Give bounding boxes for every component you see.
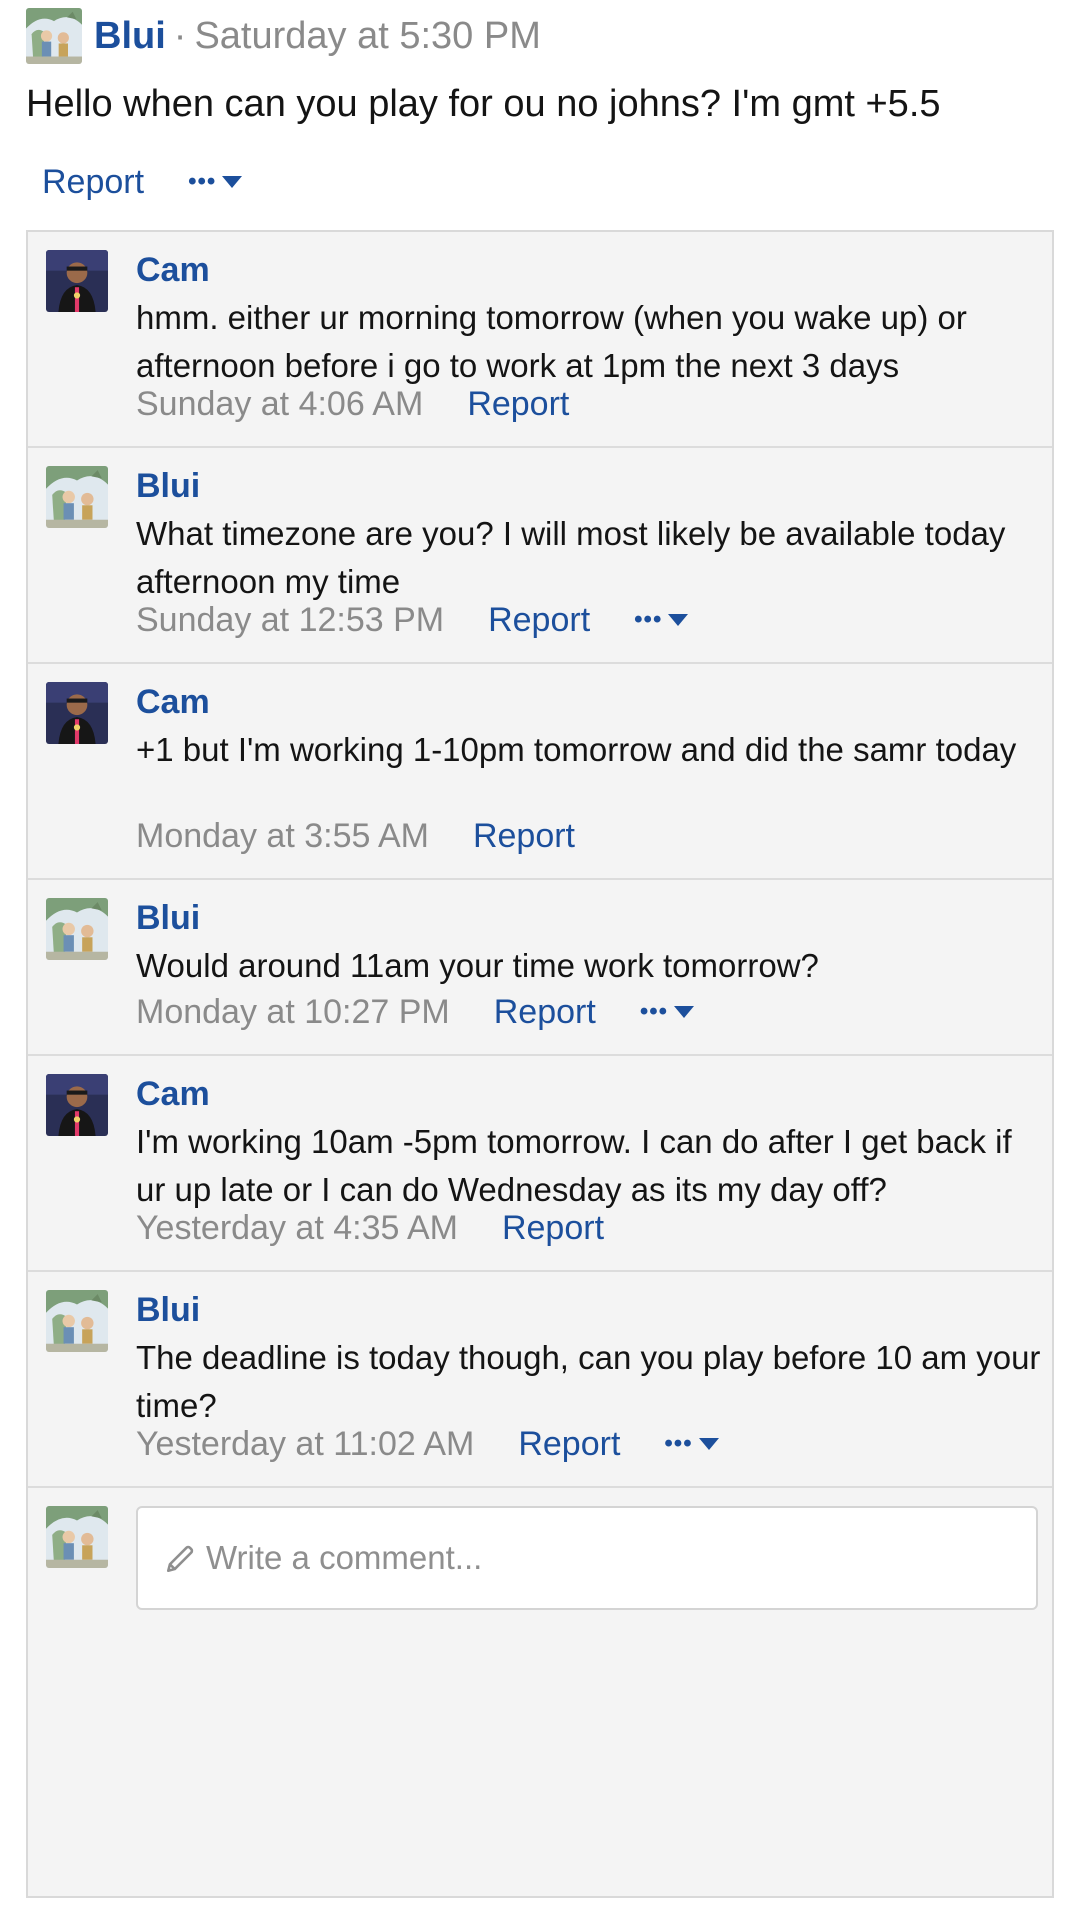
post-body: Hello when can you play for ou no johns?… <box>26 83 941 125</box>
more-dots-icon: ••• <box>634 606 663 633</box>
avatar[interactable] <box>26 8 82 64</box>
comment-timestamp[interactable]: Monday at 3:55 AM <box>136 817 429 856</box>
comment-text: What timezone are you? I will most likel… <box>136 515 1006 600</box>
report-link[interactable]: Report <box>488 601 590 640</box>
user-avatar-image <box>46 682 108 744</box>
caret-down-icon <box>668 614 689 626</box>
comment-timestamp[interactable]: Sunday at 12:53 PM <box>136 601 444 640</box>
user-avatar-image <box>46 1074 108 1136</box>
report-link[interactable]: Report <box>467 385 569 424</box>
more-menu-button[interactable]: ••• <box>639 998 695 1025</box>
comment-item: Cam hmm. either ur morning tomorrow (whe… <box>28 232 1052 448</box>
post-author[interactable]: Blui <box>94 15 166 58</box>
comment-text: I'm working 10am -5pm tomorrow. I can do… <box>136 1123 1012 1208</box>
comment-composer: Write a comment... <box>28 1488 1052 1622</box>
comment-meta: Yesterday at 4:35 AM Report <box>136 1206 604 1250</box>
separator-dot: · <box>173 14 187 57</box>
more-dots-icon: ••• <box>664 1430 693 1457</box>
avatar[interactable] <box>46 898 108 960</box>
comment-timestamp[interactable]: Yesterday at 11:02 AM <box>136 1425 474 1464</box>
more-menu-button[interactable]: ••• <box>664 1430 719 1457</box>
report-link[interactable]: Report <box>42 163 144 202</box>
avatar[interactable] <box>46 1290 108 1352</box>
write-comment-placeholder: Write a comment... <box>206 1539 483 1576</box>
user-avatar-image <box>46 898 108 960</box>
comment-author[interactable]: Cam <box>136 682 210 722</box>
comment-item: Blui The deadline is today though, can y… <box>28 1272 1052 1488</box>
comment-author[interactable]: Blui <box>136 466 200 506</box>
comments-panel: Cam hmm. either ur morning tomorrow (whe… <box>26 230 1054 1898</box>
user-avatar-image <box>46 466 108 528</box>
more-menu-button[interactable]: ••• <box>634 606 689 633</box>
report-link[interactable]: Report <box>518 1425 620 1464</box>
post-header: Blui · Saturday at 5:30 PM <box>26 8 541 64</box>
avatar[interactable] <box>46 1074 108 1136</box>
comment-item: Blui Would around 11am your time work to… <box>28 880 1052 1056</box>
user-avatar-image <box>26 8 82 64</box>
comment-author[interactable]: Blui <box>136 898 200 938</box>
report-link[interactable]: Report <box>473 817 575 856</box>
comment-text: hmm. either ur morning tomorrow (when yo… <box>136 299 967 384</box>
comment-meta: Monday at 10:27 PM Report ••• <box>136 990 695 1034</box>
more-dots-icon: ••• <box>188 168 217 195</box>
user-avatar-image <box>46 1506 108 1568</box>
comment-text: Would around 11am your time work tomorro… <box>136 947 819 984</box>
comment-item: Cam I'm working 10am -5pm tomorrow. I ca… <box>28 1056 1052 1272</box>
avatar[interactable] <box>46 250 108 312</box>
report-link[interactable]: Report <box>494 993 596 1032</box>
user-avatar-image <box>46 250 108 312</box>
comment-item: Blui What timezone are you? I will most … <box>28 448 1052 664</box>
forum-thread: Blui · Saturday at 5:30 PM Hello when ca… <box>0 0 1080 1908</box>
avatar[interactable] <box>46 466 108 528</box>
caret-down-icon <box>222 176 243 188</box>
comment-text: The deadline is today though, can you pl… <box>136 1339 1041 1424</box>
comment-item: Cam +1 but I'm working 1-10pm tomorrow a… <box>28 664 1052 880</box>
comment-timestamp[interactable]: Sunday at 4:06 AM <box>136 385 423 424</box>
comment-meta: Sunday at 12:53 PM Report ••• <box>136 598 689 642</box>
more-dots-icon: ••• <box>639 998 669 1025</box>
comment-meta: Monday at 3:55 AM Report <box>136 814 575 858</box>
more-menu-button[interactable]: ••• <box>188 168 243 195</box>
comment-author[interactable]: Cam <box>136 1074 210 1114</box>
comment-author[interactable]: Blui <box>136 1290 200 1330</box>
avatar[interactable] <box>46 682 108 744</box>
post-actions: Report ••• <box>42 158 243 206</box>
comment-timestamp[interactable]: Yesterday at 4:35 AM <box>136 1209 458 1248</box>
comment-timestamp[interactable]: Monday at 10:27 PM <box>136 993 450 1032</box>
caret-down-icon <box>698 1438 719 1450</box>
pencil-icon <box>166 1545 194 1573</box>
comment-author[interactable]: Cam <box>136 250 210 290</box>
caret-down-icon <box>674 1006 695 1018</box>
report-link[interactable]: Report <box>502 1209 604 1248</box>
user-avatar-image <box>46 1290 108 1352</box>
write-comment-input[interactable]: Write a comment... <box>136 1506 1038 1610</box>
avatar <box>46 1506 108 1568</box>
comment-text: +1 but I'm working 1-10pm tomorrow and d… <box>136 731 1017 768</box>
comment-meta: Sunday at 4:06 AM Report <box>136 382 569 426</box>
comment-meta: Yesterday at 11:02 AM Report ••• <box>136 1422 719 1466</box>
post-timestamp[interactable]: Saturday at 5:30 PM <box>194 15 540 58</box>
